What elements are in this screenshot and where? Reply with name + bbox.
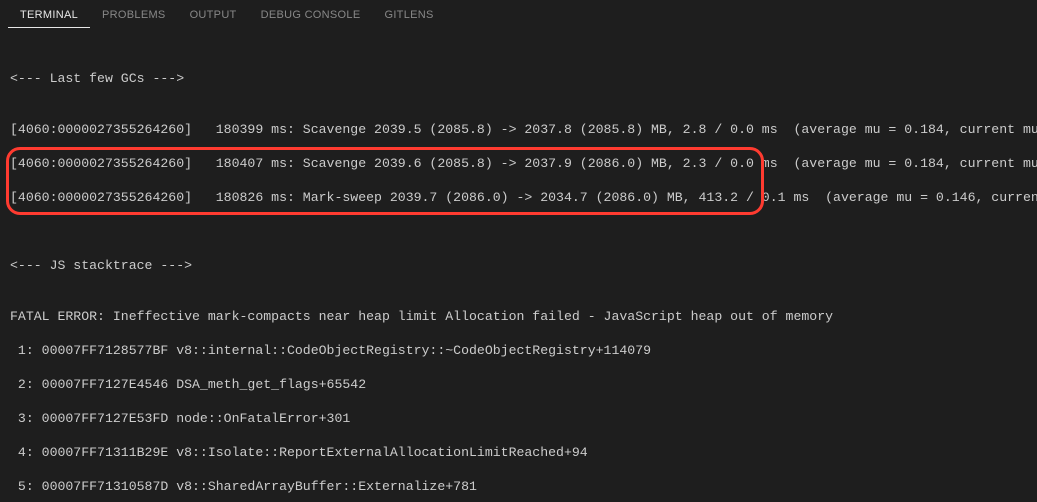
- terminal-line: 2: 00007FF7127E4546 DSA_meth_get_flags+6…: [10, 376, 1027, 393]
- terminal-line-fatal-error: FATAL ERROR: Ineffective mark-compacts n…: [10, 308, 1027, 325]
- terminal-line: [4060:0000027355264260] 180399 ms: Scave…: [10, 121, 1027, 138]
- terminal-line: [4060:0000027355264260] 180826 ms: Mark-…: [10, 189, 1027, 206]
- terminal-output[interactable]: <--- Last few GCs ---> [4060:00000273552…: [0, 30, 1037, 502]
- terminal-line: [4060:0000027355264260] 180407 ms: Scave…: [10, 155, 1027, 172]
- terminal-line: 4: 00007FF71311B29E v8::Isolate::ReportE…: [10, 444, 1027, 461]
- tab-debug-console[interactable]: DEBUG CONSOLE: [249, 2, 373, 28]
- tab-terminal[interactable]: TERMINAL: [8, 2, 90, 28]
- terminal-line: 5: 00007FF71310587D v8::SharedArrayBuffe…: [10, 478, 1027, 495]
- terminal-line: <--- Last few GCs --->: [10, 70, 1027, 87]
- tab-output[interactable]: OUTPUT: [178, 2, 249, 28]
- terminal-line: <--- JS stacktrace --->: [10, 257, 1027, 274]
- terminal-line: 3: 00007FF7127E53FD node::OnFatalError+3…: [10, 410, 1027, 427]
- tab-problems[interactable]: PROBLEMS: [90, 2, 178, 28]
- tab-gitlens[interactable]: GITLENS: [372, 2, 445, 28]
- panel-tabs: TERMINAL PROBLEMS OUTPUT DEBUG CONSOLE G…: [0, 0, 1037, 30]
- terminal-line: 1: 00007FF7128577BF v8::internal::CodeOb…: [10, 342, 1027, 359]
